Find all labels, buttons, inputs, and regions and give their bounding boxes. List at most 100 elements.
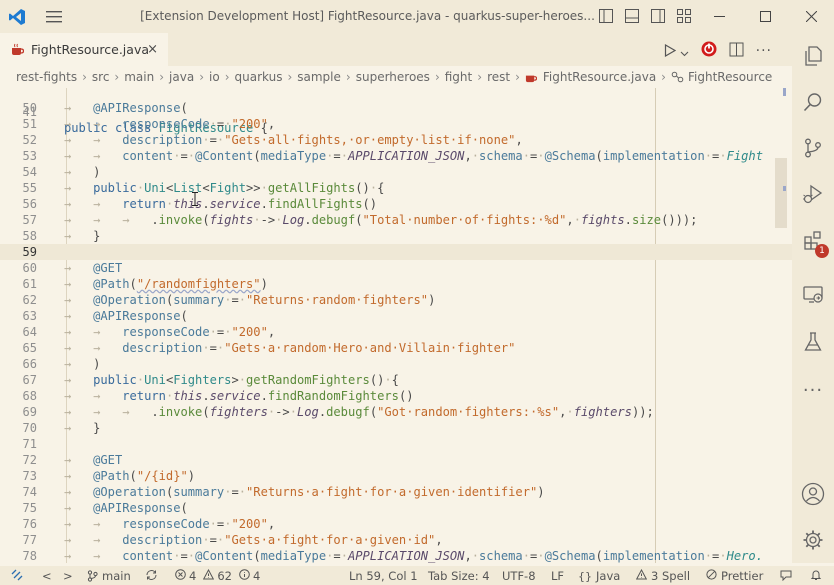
prohibited-icon [706,569,717,583]
current-line[interactable]: 59 [0,244,792,260]
close-window-button[interactable] [788,0,834,33]
maximize-button[interactable] [742,0,788,33]
source-control-icon[interactable] [792,125,834,171]
warning-count: 62 [217,569,232,583]
code-line[interactable]: 78 → → content·=·@Content(mediaType·=·APP… [0,548,792,563]
editor-scrollbar[interactable] [774,88,788,563]
extensions-icon[interactable]: 1 [792,217,834,263]
code-line[interactable]: 68 → → return·this.service.findRandomFigh… [0,388,792,404]
code-line[interactable]: 76 → → responseCode·=·"200", [0,516,792,532]
encoding[interactable]: UTF-8 [502,569,536,583]
code-line[interactable]: 72 → @GET [0,452,792,468]
accounts-icon[interactable] [792,471,834,517]
spell-status[interactable]: 3 Spell [635,568,690,583]
code-line[interactable]: 70 → } [0,420,792,436]
problems-status[interactable]: 4 62 4 [175,568,261,583]
prettier-status[interactable]: Prettier [706,569,763,583]
code-line[interactable]: 77 → → description·=·"Gets·a·fight·for·a·… [0,532,792,548]
code-editor[interactable]: 41 public class FightResource { 50 → @API… [0,88,792,563]
testing-icon[interactable] [792,319,834,365]
vscode-logo-icon [0,0,34,33]
cursor-position[interactable]: Ln 59, Col 1 [349,569,418,583]
toggle-primary-sidebar-icon[interactable] [598,8,614,28]
scrollbar-thumb[interactable] [775,158,787,228]
code-line[interactable]: 53 → → content·=·@Content(mediaType·=·APP… [0,148,792,164]
code-line[interactable]: 56 → → return·this.service.findAllFights(… [0,196,792,212]
breadcrumb-item[interactable]: src [92,70,110,84]
notifications-bell-icon[interactable] [810,569,822,584]
code-line[interactable]: 63 → @APIResponse( [0,308,792,324]
end-of-line[interactable]: LF [551,569,564,583]
breadcrumb-item[interactable]: FightResource [688,70,772,84]
code-line[interactable]: 64 → → responseCode·=·"200", [0,324,792,340]
menu-hamburger-icon[interactable] [34,0,74,33]
code-line[interactable]: 58 → } [0,228,792,244]
toggle-panel-icon[interactable] [624,8,640,28]
breadcrumb-item[interactable]: sample [297,70,341,84]
run-icon[interactable] [664,42,676,61]
minimize-button[interactable] [696,0,742,33]
breadcrumb-item[interactable]: FightResource.java [543,70,656,84]
breadcrumb-item[interactable]: quarkus [235,70,283,84]
breadcrumb-item[interactable]: superheroes [356,70,430,84]
search-icon[interactable] [792,79,834,125]
scrollbar-marker [783,88,786,96]
code-line[interactable]: 52 → → description·=·"Gets·all·fights,·or… [0,132,792,148]
code-line[interactable]: 50 → @APIResponse( [0,100,792,116]
close-tab-icon[interactable]: × [147,42,158,57]
code-line[interactable]: 55 → public·Uni<List<Fight>>·getAllFights… [0,180,792,196]
code-line[interactable]: 54 → ) [0,164,792,180]
code-line[interactable]: 62 → @Operation(summary·=·"Returns·random… [0,292,792,308]
language-mode[interactable]: {} Java [578,569,620,583]
code-text: → → return·this.service.findAllFights() [64,197,378,211]
code-line[interactable]: 51 → → responseCode·=·"200", [0,116,792,132]
branch-status[interactable]: main [87,569,131,583]
more-views-icon[interactable]: ··· [792,367,834,413]
toggle-secondary-sidebar-icon[interactable] [650,8,666,28]
run-and-debug-icon[interactable] [792,171,834,217]
breadcrumb-item[interactable]: rest-fights [16,70,77,84]
info-count: 4 [252,569,261,583]
code-line[interactable]: 60 → @GET [0,260,792,276]
run-dropdown-chevron-icon[interactable] [680,42,689,61]
line-number: 74 [22,485,37,499]
navigate-forward-button[interactable]: > [63,569,73,583]
tab-label: FightResource.java [31,42,149,57]
code-line[interactable]: 65 → → description·=·"Gets·a·random·Hero·… [0,340,792,356]
code-line[interactable]: 71 [0,436,792,452]
line-number: 50 [22,101,37,115]
code-line[interactable]: 61 → @Path("/randomfighters") [0,276,792,292]
breadcrumb-item[interactable]: rest [487,70,510,84]
code-line[interactable]: 74 → @Operation(summary·=·"Returns·a·figh… [0,484,792,500]
line-number: 65 [22,341,37,355]
tab-fightresource-java[interactable]: FightResource.java × [0,33,168,66]
stop-debug-icon[interactable] [701,41,717,61]
feedback-icon[interactable] [780,569,792,584]
code-line[interactable]: 66 → ) [0,356,792,372]
explorer-icon[interactable] [792,33,834,79]
customize-layout-icon[interactable] [676,8,692,28]
more-actions-icon[interactable]: ··· [756,43,772,59]
code-line[interactable]: 67 → public·Uni<Fighters>·getRandomFighte… [0,372,792,388]
code-line[interactable]: 73 → @Path("/{id}") [0,468,792,484]
tab-size[interactable]: Tab Size: 4 [428,569,490,583]
code-text: → @APIResponse( [64,309,188,323]
navigate-back-button[interactable]: < [42,569,52,583]
line-number: 59 [22,245,37,259]
split-editor-icon[interactable] [729,42,744,61]
breadcrumb-item[interactable]: java [169,70,194,84]
remote-explorer-icon[interactable] [792,271,834,317]
code-line[interactable]: 69 → → → .invoke(fighters·->·Log.debugf("… [0,404,792,420]
line-number: 73 [22,469,37,483]
manage-gear-icon[interactable] [792,517,834,563]
breadcrumb-item[interactable]: fight [445,70,473,84]
code-line[interactable]: 57 → → → .invoke(fights·->·Log.debugf("To… [0,212,792,228]
breadcrumb-item[interactable]: main [124,70,154,84]
code-text: → → description·=·"Gets·all·fights,·or·e… [64,133,523,147]
remote-indicator-icon[interactable] [11,569,23,584]
breadcrumb-item[interactable]: io [209,70,220,84]
code-text: → → responseCode·=·"200", [64,117,276,131]
sync-icon[interactable] [145,569,158,584]
code-line[interactable]: 75 → @APIResponse( [0,500,792,516]
code-text: → → return·this.service.findRandomFighte… [64,389,414,403]
